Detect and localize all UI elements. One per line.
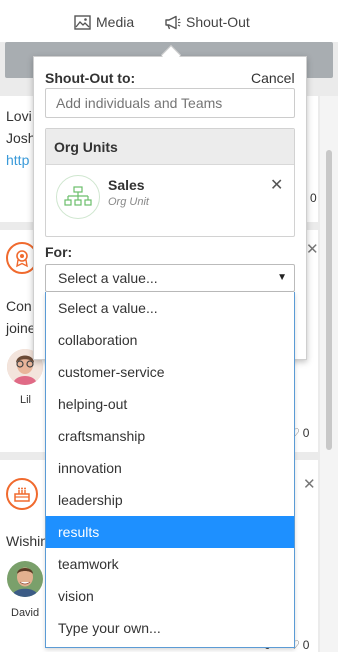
recipient-input[interactable]	[45, 88, 295, 118]
shout-out-to-label: Shout-Out to:	[45, 70, 136, 86]
tab-media-label: Media	[96, 14, 135, 30]
dropdown-arrow-icon: ▼	[277, 272, 287, 283]
like-count-value: 0	[302, 638, 310, 652]
megaphone-icon	[165, 15, 181, 29]
post-text: Wishin	[6, 533, 49, 549]
remove-org-unit-icon[interactable]: ✕	[270, 175, 283, 195]
post-text: Josh	[6, 130, 36, 146]
dropdown-option[interactable]: Select a value...	[46, 292, 294, 324]
dropdown-option[interactable]: teamwork	[46, 548, 294, 580]
dropdown-option[interactable]: Type your own...	[46, 612, 294, 644]
org-units-panel: Org Units Sales Org Unit ✕	[45, 128, 295, 237]
avatar-name: Lil	[20, 394, 32, 406]
for-label: For:	[45, 244, 73, 260]
org-unit-type: Org Unit	[108, 196, 149, 208]
org-unit-name: Sales	[108, 177, 145, 193]
dropdown-option[interactable]: collaboration	[46, 324, 294, 356]
dismiss-post-icon[interactable]: ✕	[306, 240, 319, 258]
dropdown-option[interactable]: helping-out	[46, 388, 294, 420]
dropdown-option[interactable]: leadership	[46, 484, 294, 516]
post-text: Lovi	[6, 108, 32, 124]
dropdown-option[interactable]: craftsmanship	[46, 420, 294, 452]
like-count-value: 0	[302, 426, 310, 440]
dropdown-option[interactable]: vision	[46, 580, 294, 612]
image-icon	[74, 14, 91, 30]
scrollbar-thumb[interactable]	[326, 150, 332, 450]
value-select-current: Select a value...	[58, 270, 158, 286]
dropdown-option[interactable]: customer-service	[46, 356, 294, 388]
avatar[interactable]	[7, 561, 43, 597]
dropdown-option[interactable]: innovation	[46, 452, 294, 484]
tab-shout-out[interactable]: Shout-Out	[164, 14, 250, 30]
post-link[interactable]: http	[6, 152, 29, 168]
org-chart-icon	[56, 175, 100, 219]
post-text: Con	[6, 298, 32, 314]
tab-media[interactable]: Media	[74, 14, 134, 30]
tab-shout-out-label: Shout-Out	[186, 14, 250, 30]
value-dropdown-list: Select a value... collaboration customer…	[45, 292, 295, 648]
post-text: joine	[6, 320, 36, 336]
dismiss-post-icon[interactable]: ✕	[303, 475, 316, 493]
org-units-title: Org Units	[46, 129, 294, 165]
dropdown-option-highlighted[interactable]: results	[46, 516, 294, 548]
like-count: 0	[310, 191, 317, 205]
top-bar: Media Shout-Out	[0, 0, 338, 42]
value-select[interactable]: Select a value... ▼	[45, 264, 295, 292]
cancel-button[interactable]: Cancel	[251, 70, 295, 86]
avatar-name: David	[11, 607, 40, 619]
birthday-cake-icon	[6, 478, 38, 510]
